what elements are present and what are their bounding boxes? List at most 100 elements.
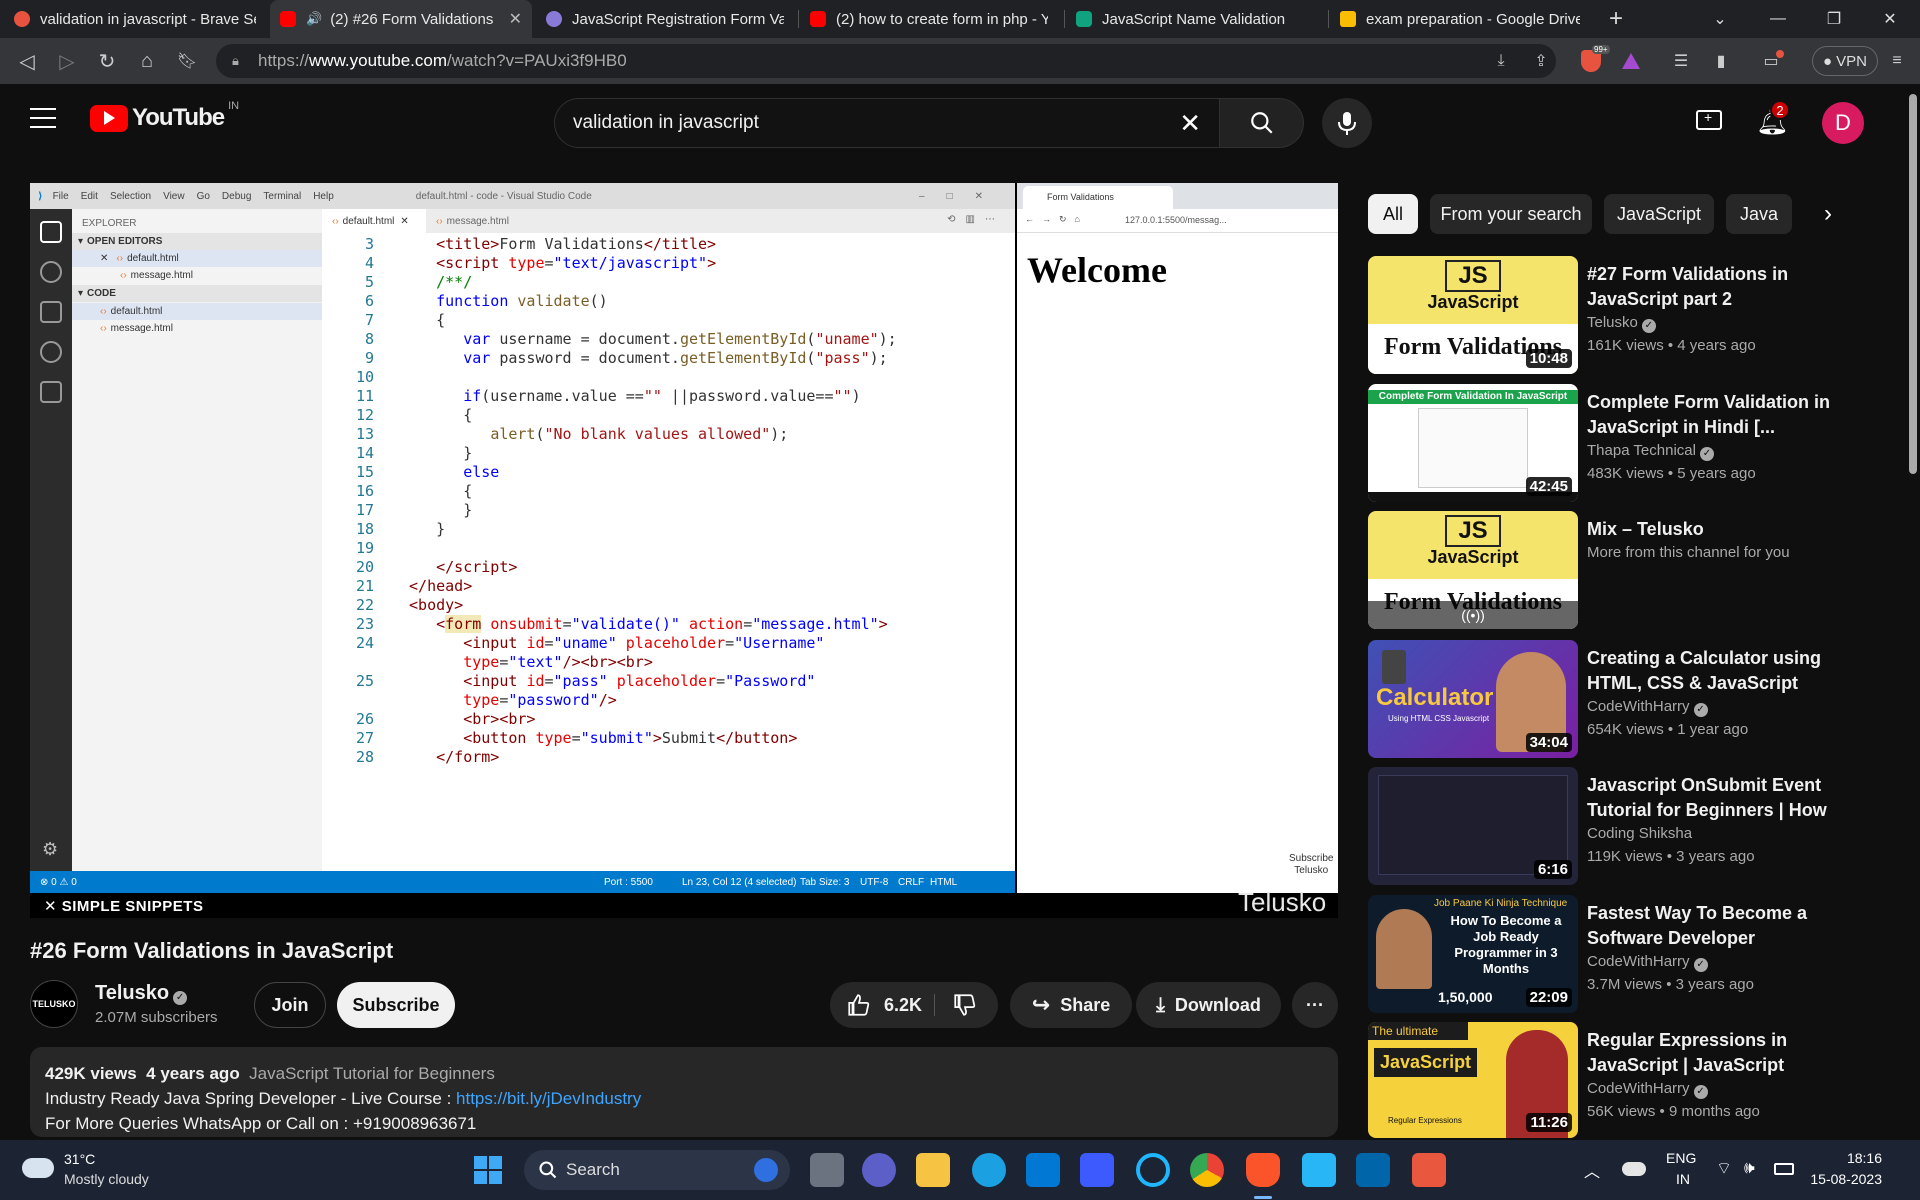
channel-avatar[interactable]: TELUSKO bbox=[30, 980, 78, 1028]
youtube-logo[interactable]: YouTube IN bbox=[90, 100, 239, 132]
subscribe-button[interactable]: Subscribe bbox=[337, 982, 455, 1028]
clock-time[interactable]: 18:16 bbox=[1806, 1150, 1882, 1166]
search-button[interactable] bbox=[1220, 98, 1304, 148]
embedded-url: 127.0.0.1:5500/messag... bbox=[1125, 215, 1227, 225]
menu-icon[interactable]: ≡ bbox=[1884, 48, 1910, 74]
chrome-icon[interactable] bbox=[1190, 1153, 1224, 1187]
new-tab-button[interactable]: + bbox=[1588, 0, 1644, 38]
recommended-mix[interactable]: JS JavaScript Form Validations ((•)) Mix… bbox=[1368, 511, 1848, 631]
microsoft-store-icon[interactable] bbox=[1026, 1153, 1060, 1187]
editor-actions: ⟲▥⋯ bbox=[947, 214, 1005, 225]
video-thumbnail: The ultimate JavaScript Regular Expressi… bbox=[1368, 1022, 1578, 1138]
pen-app-icon[interactable] bbox=[1080, 1153, 1114, 1187]
sidebar-icon[interactable]: ▮ bbox=[1708, 48, 1734, 74]
vscode-taskbar-icon[interactable] bbox=[1356, 1153, 1390, 1187]
download-button[interactable]: ⤓ Download bbox=[1136, 982, 1281, 1028]
browser-tab-1[interactable]: validation in javascript - Brave Se bbox=[4, 0, 266, 38]
recommended-video[interactable]: Calculator Using HTML CSS Javascript 34:… bbox=[1368, 640, 1848, 760]
speaker-icon[interactable]: 🔊 bbox=[306, 11, 322, 27]
reload-button[interactable]: ↻ bbox=[92, 46, 122, 76]
close-tab-icon[interactable]: ✕ bbox=[509, 9, 522, 29]
brave-rewards-icon[interactable] bbox=[1618, 48, 1644, 74]
account-avatar[interactable]: D bbox=[1822, 102, 1864, 144]
browser-tab-6[interactable]: exam preparation - Google Drive bbox=[1330, 0, 1590, 38]
recommended-video[interactable]: Complete Form Validation In JavaScript 2… bbox=[1368, 384, 1848, 504]
weather-cloud-icon[interactable] bbox=[22, 1158, 54, 1178]
task-view-icon[interactable] bbox=[810, 1153, 844, 1187]
browser-tab-5[interactable]: JavaScript Name Validation bbox=[1066, 0, 1324, 38]
course-link[interactable]: https://bit.ly/jDevIndustry bbox=[456, 1089, 641, 1108]
create-video-icon[interactable]: + bbox=[1696, 109, 1722, 130]
cortana-icon[interactable] bbox=[1136, 1153, 1170, 1187]
bookmark-button[interactable]: 🔖︎ bbox=[172, 46, 202, 76]
edge-icon[interactable] bbox=[972, 1153, 1006, 1187]
thumb-banner: Complete Form Validation In JavaScript 2… bbox=[1368, 390, 1578, 416]
recommended-video[interactable]: JS JavaScript Form Validations 10:48 #27… bbox=[1368, 256, 1848, 376]
brave-taskbar-icon[interactable] bbox=[1246, 1153, 1280, 1187]
vpn-button[interactable]: ● VPN bbox=[1812, 46, 1878, 76]
chips-next-chevron-icon[interactable]: › bbox=[1824, 200, 1832, 228]
url-bar[interactable]: 🔒︎ https://www.youtube.com/watch?v=PAUxi… bbox=[216, 44, 1556, 78]
explorer-heading: EXPLORER bbox=[82, 218, 137, 229]
notepad-icon[interactable] bbox=[1302, 1153, 1336, 1187]
page-scrollbar[interactable] bbox=[1906, 84, 1920, 1140]
volume-icon[interactable]: 🕪︎ bbox=[1744, 1158, 1755, 1178]
hamburger-menu-icon[interactable] bbox=[30, 108, 56, 128]
thumbs-down-icon[interactable] bbox=[952, 992, 978, 1018]
recommended-video[interactable]: Job Paane Ki Ninja Technique How To Beco… bbox=[1368, 895, 1848, 1015]
share-button[interactable]: ↪ Share bbox=[1010, 982, 1132, 1028]
teams-chat-icon[interactable] bbox=[862, 1153, 896, 1187]
onedrive-icon[interactable] bbox=[1622, 1162, 1646, 1176]
join-button[interactable]: Join bbox=[254, 982, 326, 1028]
recommended-video[interactable]: 6:16 Javascript OnSubmit Event Tutorial … bbox=[1368, 767, 1848, 887]
language-indicator[interactable]: ENG bbox=[1666, 1150, 1696, 1166]
chip-javascript[interactable]: JavaScript bbox=[1604, 194, 1714, 234]
clear-search-icon[interactable]: ✕ bbox=[1179, 108, 1201, 139]
weather-description[interactable]: Mostly cloudy bbox=[64, 1171, 149, 1187]
verified-icon: ✓ bbox=[1693, 1085, 1708, 1099]
maximize-button[interactable]: ❐ bbox=[1806, 0, 1862, 38]
files-icon bbox=[40, 221, 62, 243]
scrollbar-thumb[interactable] bbox=[1909, 94, 1917, 474]
playlist-link[interactable]: JavaScript Tutorial for Beginners bbox=[249, 1064, 495, 1083]
forward-button[interactable]: ▷ bbox=[52, 46, 82, 76]
brave-shields-icon[interactable]: 99+ bbox=[1578, 45, 1610, 74]
playlist-icon[interactable]: ☰ bbox=[1668, 48, 1694, 74]
wifi-icon[interactable]: ⌔ bbox=[1716, 1158, 1732, 1179]
taskbar-search[interactable]: Search bbox=[524, 1150, 790, 1190]
start-button[interactable] bbox=[474, 1156, 502, 1184]
home-button[interactable]: ⌂ bbox=[132, 46, 162, 76]
tray-overflow-chevron-icon[interactable]: ︿ bbox=[1584, 1158, 1600, 1182]
video-meta: 3.7M views • 3 years ago bbox=[1587, 976, 1754, 993]
share-page-icon[interactable]: ⇪ bbox=[1528, 48, 1554, 74]
like-button[interactable]: 6.2K bbox=[846, 992, 922, 1018]
brand-left-text: SIMPLE SNIPPETS bbox=[61, 898, 204, 915]
close-window-button[interactable]: ✕ bbox=[1862, 0, 1918, 38]
more-actions-button[interactable]: ··· bbox=[1292, 982, 1338, 1028]
chip-all[interactable]: All bbox=[1368, 194, 1418, 234]
back-button[interactable]: ◁ bbox=[12, 46, 42, 76]
orange-app-icon[interactable] bbox=[1412, 1153, 1446, 1187]
video-player[interactable]: ⟩ File Edit Selection View Go Debug Terminal He… bbox=[30, 183, 1338, 918]
video-description[interactable]: 429K views 4 years ago JavaScript Tutori… bbox=[30, 1047, 1338, 1137]
voice-search-button[interactable] bbox=[1322, 98, 1372, 148]
file-explorer-icon[interactable] bbox=[916, 1153, 950, 1187]
clock-date[interactable]: 15-08-2023 bbox=[1790, 1171, 1882, 1187]
tab-search-chevron-icon[interactable]: ⌄ bbox=[1692, 0, 1748, 38]
browser-tab-3[interactable]: JavaScript Registration Form Vali bbox=[536, 0, 794, 38]
channel-name[interactable]: Telusko ✓ bbox=[95, 982, 188, 1005]
chip-from-your-search[interactable]: From your search bbox=[1430, 194, 1592, 234]
weather-temperature[interactable]: 31°C bbox=[64, 1151, 95, 1167]
chip-java[interactable]: Java bbox=[1726, 194, 1792, 234]
wallet-icon[interactable]: ▭ bbox=[1758, 48, 1784, 74]
browser-tab-2[interactable]: 🔊 (2) #26 Form Validations ✕ bbox=[270, 0, 532, 38]
search-input[interactable]: validation in javascript ✕ bbox=[554, 98, 1220, 148]
video-brand-strip: ✕ SIMPLE SNIPPETS Telusko bbox=[30, 887, 1338, 918]
upload-age: 4 years ago bbox=[146, 1064, 240, 1083]
browser-tab-4[interactable]: (2) how to create form in php - Y bbox=[800, 0, 1058, 38]
install-icon[interactable]: ⤓ bbox=[1488, 48, 1514, 74]
recommended-video[interactable]: The ultimate JavaScript Regular Expressi… bbox=[1368, 1022, 1848, 1138]
language-region[interactable]: IN bbox=[1676, 1171, 1690, 1187]
folder-label: CODE bbox=[87, 288, 116, 299]
minimize-button[interactable]: — bbox=[1750, 0, 1806, 38]
